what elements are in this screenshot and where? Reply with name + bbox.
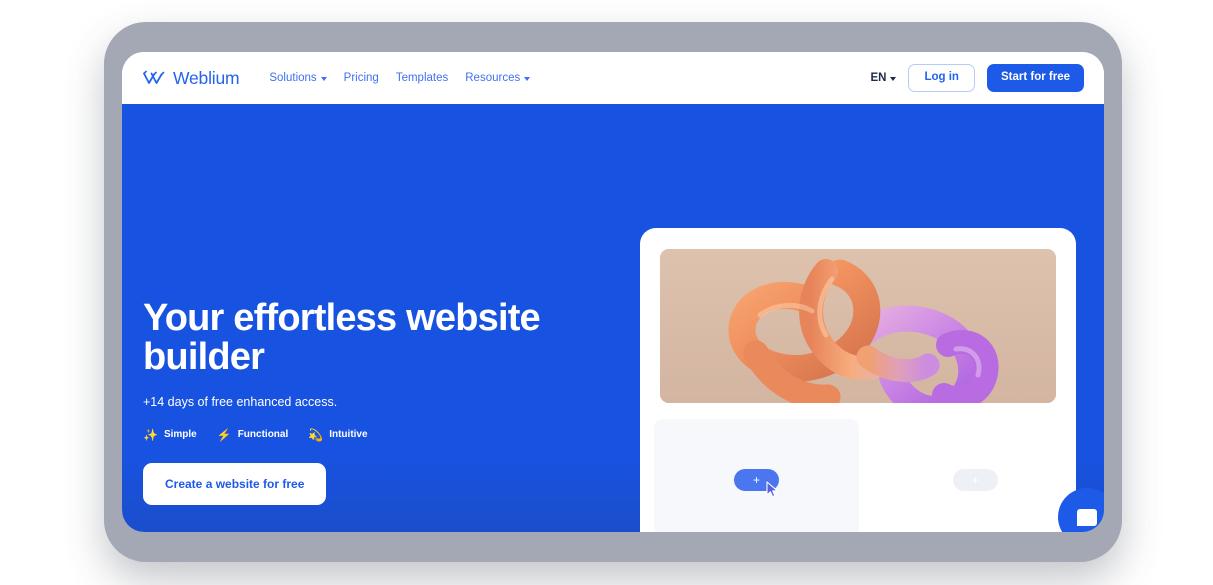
language-selector[interactable]: EN: [870, 72, 897, 84]
abstract-3d-illustration: [660, 249, 1056, 403]
badge-simple: ✨ Simple: [143, 429, 197, 441]
nav-label: Resources: [465, 72, 521, 84]
block-slot-idle[interactable]: +: [880, 419, 1070, 532]
lightning-bolt-icon: ⚡: [216, 427, 232, 442]
screenshot-stage: Weblium Solutions Pricing Templates Reso…: [0, 0, 1213, 585]
brand-logo[interactable]: Weblium: [143, 67, 240, 89]
nav-item-solutions[interactable]: Solutions: [269, 72, 327, 84]
nav-label: Templates: [395, 72, 449, 84]
chat-bubble-icon: [1077, 508, 1097, 526]
weblium-w-mark-icon: [143, 70, 165, 84]
nav-label: Solutions: [269, 72, 317, 84]
site-header: Weblium Solutions Pricing Templates Reso…: [122, 52, 1104, 104]
chevron-down-icon: [890, 77, 897, 81]
language-label: EN: [870, 72, 887, 84]
hero-section: Your effortless website builder +14 days…: [122, 104, 1104, 532]
main-nav: Solutions Pricing Templates Resources: [269, 72, 531, 84]
nav-item-templates[interactable]: Templates: [396, 72, 448, 84]
badge-label: Simple: [163, 429, 197, 440]
brand-name: Weblium: [173, 67, 240, 88]
nav-item-pricing[interactable]: Pricing: [344, 72, 379, 84]
hero-feature-badges: ✨ Simple ⚡ Functional 💫 Intuitive: [143, 429, 543, 441]
block-slot-active[interactable]: +: [654, 419, 859, 532]
hero-copy: Your effortless website builder +14 days…: [143, 299, 543, 505]
nav-item-resources[interactable]: Resources: [465, 72, 531, 84]
hero-subtitle: +14 days of free enhanced access.: [143, 394, 338, 409]
badge-label: Intuitive: [329, 429, 368, 440]
add-block-button-idle[interactable]: +: [953, 469, 998, 491]
editor-preview-card: + +: [640, 228, 1076, 532]
comet-icon: 💫: [308, 427, 324, 442]
header-actions: EN Log in Start for free: [870, 64, 1084, 92]
badge-label: Functional: [237, 429, 289, 440]
abstract-3d-illustration-svg: [660, 249, 1056, 403]
badge-functional: ⚡ Functional: [217, 429, 289, 441]
sparkles-icon: ✨: [143, 427, 158, 442]
create-website-button[interactable]: Create a website for free: [143, 462, 327, 505]
login-button[interactable]: Log in: [908, 64, 975, 92]
browser-window: Weblium Solutions Pricing Templates Reso…: [122, 52, 1104, 532]
add-block-button-active[interactable]: +: [734, 469, 779, 491]
builder-block-row: + +: [640, 419, 1076, 532]
chevron-down-icon: [524, 77, 531, 81]
start-for-free-button[interactable]: Start for free: [986, 64, 1084, 92]
badge-intuitive: 💫 Intuitive: [308, 429, 367, 441]
nav-label: Pricing: [343, 72, 379, 84]
hero-title: Your effortless website builder: [143, 297, 541, 378]
chevron-down-icon: [320, 77, 327, 81]
